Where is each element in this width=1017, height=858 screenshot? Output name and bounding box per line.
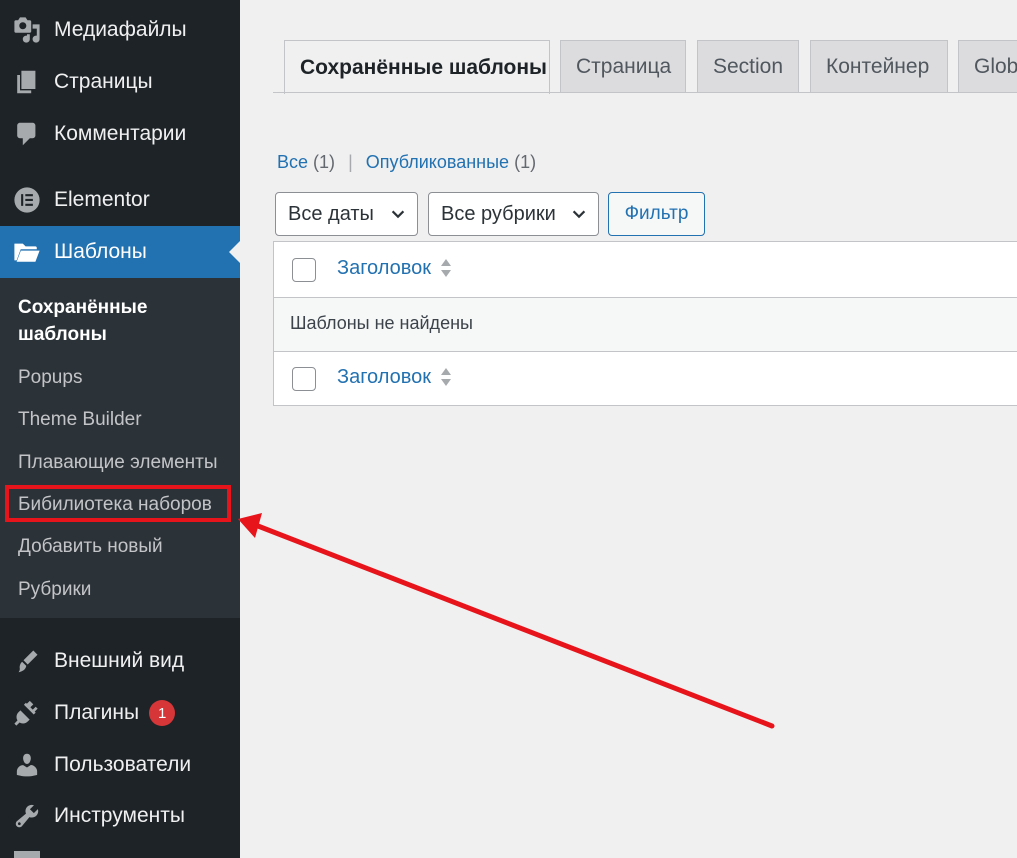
tab-container[interactable]: Контейнер bbox=[810, 40, 948, 93]
pages-icon bbox=[12, 67, 42, 97]
view-published-link[interactable]: Опубликованные bbox=[366, 152, 509, 172]
table-empty-row: Шаблоны не найдены bbox=[274, 298, 1017, 352]
column-title-sort-footer[interactable]: Заголовок bbox=[337, 365, 453, 389]
table-header-row: Заголовок bbox=[274, 242, 1017, 298]
templates-table: Заголовок Шаблоны не найдены Заголовок bbox=[273, 241, 1017, 406]
paintbrush-icon bbox=[12, 646, 42, 676]
annotation-arrowhead bbox=[238, 513, 262, 538]
no-templates-message: Шаблоны не найдены bbox=[290, 313, 473, 333]
submenu-saved-templates[interactable]: Сохранённые шаблоны bbox=[18, 294, 198, 348]
category-filter-select[interactable]: Все рубрики bbox=[428, 192, 599, 236]
menu-label-appearance: Внешний вид bbox=[54, 649, 185, 672]
menu-item-comments[interactable]: Комментарии bbox=[0, 108, 240, 160]
tab-global[interactable]: Glob bbox=[958, 40, 1017, 93]
tab-page[interactable]: Страница bbox=[560, 40, 686, 93]
menu-label-elementor: Elementor bbox=[54, 188, 150, 211]
submenu-floating-elements[interactable]: Плавающие элементы bbox=[18, 449, 218, 476]
view-filters: Все (1) | Опубликованные (1) bbox=[277, 152, 536, 173]
column-title-label: Заголовок bbox=[337, 256, 432, 279]
select-all-checkbox-footer[interactable] bbox=[292, 367, 316, 391]
menu-item-pages[interactable]: Страницы bbox=[0, 56, 240, 108]
menu-item-users[interactable]: Пользователи bbox=[0, 739, 240, 791]
settings-icon bbox=[14, 851, 40, 858]
menu-item-tools[interactable]: Инструменты bbox=[0, 790, 240, 842]
menu-label-comments: Комментарии bbox=[54, 122, 187, 145]
column-title-label-footer: Заголовок bbox=[337, 365, 432, 388]
view-all-count: (1) bbox=[313, 152, 336, 172]
current-menu-arrow bbox=[229, 241, 240, 263]
menu-item-appearance[interactable]: Внешний вид bbox=[0, 635, 240, 687]
menu-item-media[interactable]: Медиафайлы bbox=[0, 4, 240, 56]
menu-item-elementor[interactable]: Elementor bbox=[0, 174, 240, 226]
tab-underline bbox=[273, 92, 1017, 93]
plugin-icon bbox=[12, 698, 42, 728]
menu-label-tools: Инструменты bbox=[54, 804, 185, 827]
elementor-icon bbox=[12, 185, 42, 215]
menu-label-plugins: Плагины bbox=[54, 701, 140, 724]
admin-sidebar: Медиафайлы Страницы Комментарии Elemento… bbox=[0, 0, 240, 858]
submenu-popups[interactable]: Popups bbox=[18, 364, 82, 391]
sort-icon bbox=[441, 259, 452, 277]
menu-label-pages: Страницы bbox=[54, 70, 153, 93]
menu-label-users: Пользователи bbox=[54, 753, 192, 776]
comments-icon bbox=[12, 119, 42, 149]
date-filter-select[interactable]: Все даты bbox=[275, 192, 418, 236]
date-filter-value: Все даты bbox=[288, 202, 374, 225]
category-filter-value: Все рубрики bbox=[441, 202, 556, 225]
chevron-down-icon bbox=[572, 210, 586, 219]
column-title-sort[interactable]: Заголовок bbox=[337, 256, 453, 280]
menu-item-plugins[interactable]: Плагины 1 bbox=[0, 687, 240, 739]
annotation-highlight-box bbox=[5, 485, 231, 522]
media-icon bbox=[12, 15, 42, 45]
chevron-down-icon bbox=[391, 210, 405, 219]
menu-label-templates: Шаблоны bbox=[54, 240, 147, 263]
view-published-count: (1) bbox=[514, 152, 537, 172]
menu-label-media: Медиафайлы bbox=[54, 18, 187, 41]
filter-button[interactable]: Фильтр bbox=[608, 192, 705, 236]
user-icon bbox=[12, 750, 42, 780]
tab-saved-templates[interactable]: Сохранённые шаблоны bbox=[284, 40, 550, 94]
templates-submenu: Сохранённые шаблоны Popups Theme Builder… bbox=[0, 278, 240, 618]
table-footer-row: Заголовок bbox=[274, 352, 1017, 406]
submenu-add-new[interactable]: Добавить новый bbox=[18, 533, 163, 560]
submenu-categories[interactable]: Рубрики bbox=[18, 576, 91, 603]
plugin-update-badge: 1 bbox=[149, 700, 176, 726]
sort-icon bbox=[441, 368, 452, 386]
view-separator: | bbox=[348, 152, 353, 172]
tab-section[interactable]: Section bbox=[697, 40, 799, 93]
view-all-link[interactable]: Все bbox=[277, 152, 308, 172]
select-all-checkbox[interactable] bbox=[292, 258, 316, 282]
wrench-icon bbox=[12, 801, 42, 831]
menu-item-templates[interactable]: Шаблоны bbox=[0, 226, 240, 278]
annotation-arrow-line bbox=[255, 523, 775, 729]
folder-open-icon bbox=[12, 237, 42, 267]
submenu-theme-builder[interactable]: Theme Builder bbox=[18, 406, 142, 433]
